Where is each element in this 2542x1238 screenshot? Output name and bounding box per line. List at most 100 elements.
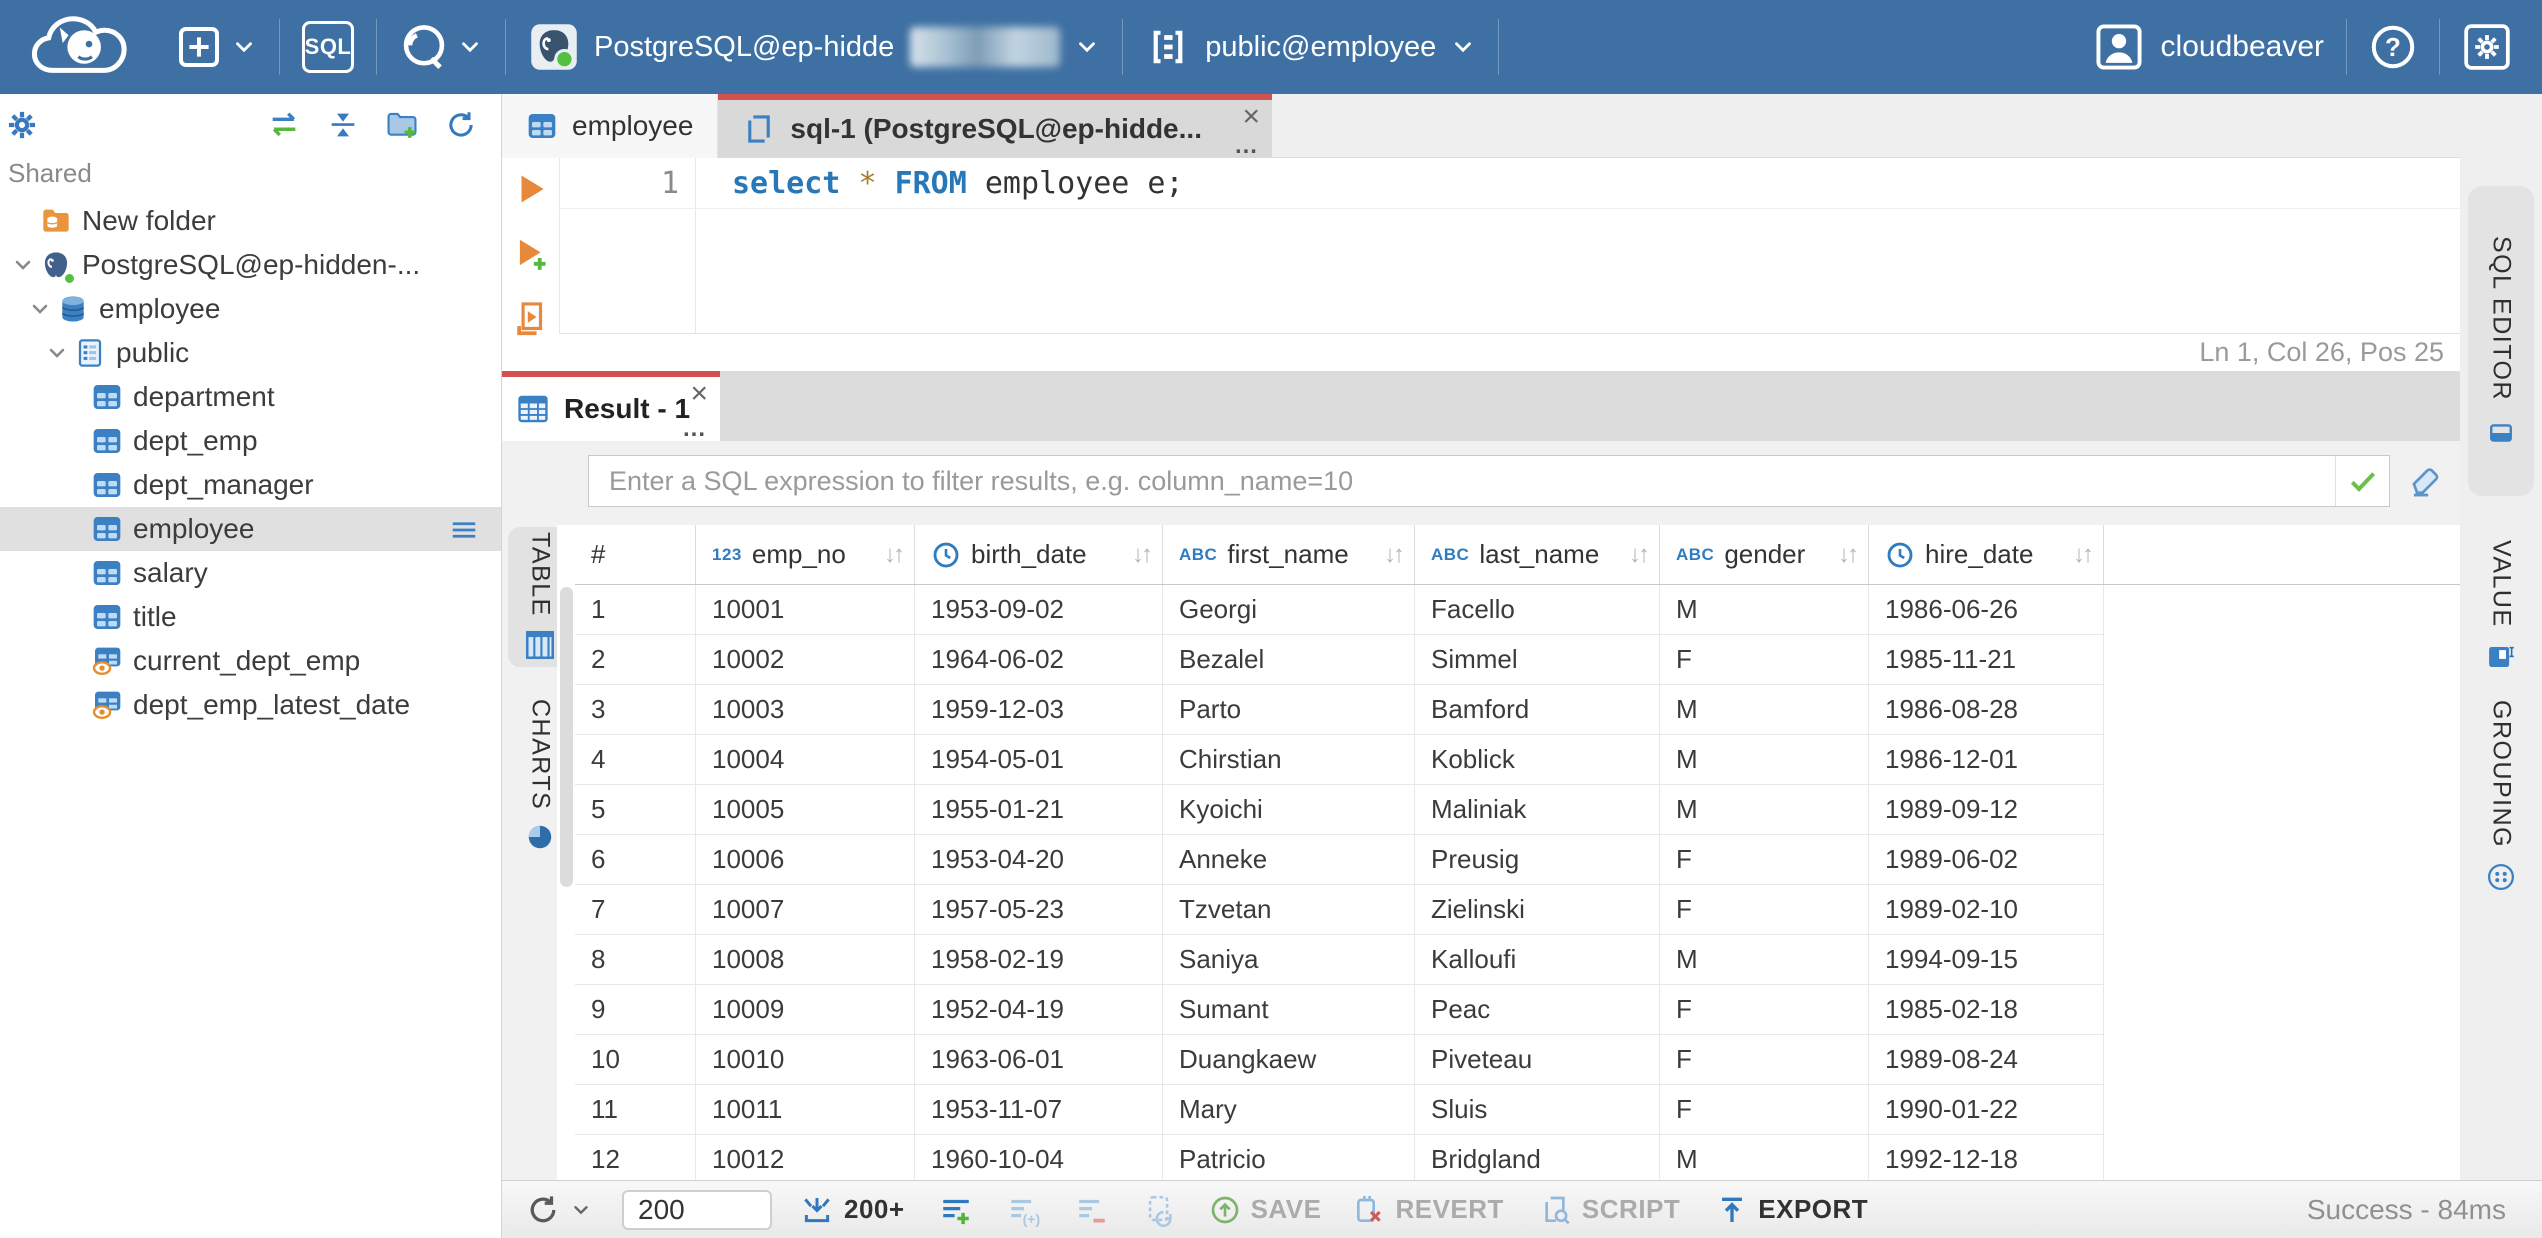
settings-button[interactable]: [2462, 22, 2512, 72]
sort-icon[interactable]: ↓↑: [884, 541, 906, 569]
data-cell[interactable]: 1964-06-02: [915, 635, 1163, 685]
open-sql-editor-button[interactable]: SQL: [302, 21, 354, 73]
data-cell[interactable]: Georgi: [1163, 585, 1415, 635]
data-cell[interactable]: 1989-06-02: [1869, 835, 2104, 885]
row-number-cell[interactable]: 6: [575, 835, 696, 885]
data-cell[interactable]: 1986-06-26: [1869, 585, 2104, 635]
data-cell[interactable]: Piveteau: [1415, 1035, 1660, 1085]
data-cell[interactable]: 1990-01-22: [1869, 1085, 2104, 1135]
execute-new-tab-button[interactable]: [512, 235, 550, 273]
user-menu-button[interactable]: cloudbeaver: [2093, 21, 2324, 73]
connection-selector[interactable]: PostgreSQL@ep-hidde: [528, 21, 1100, 73]
data-cell[interactable]: Bezalel: [1163, 635, 1415, 685]
column-header-hire_date[interactable]: hire_date ↓↑: [1869, 525, 2104, 584]
tab-options-icon[interactable]: ...: [1235, 134, 1258, 158]
sql-code-line[interactable]: select * FROM employee e;: [696, 158, 2460, 208]
refresh-result-button[interactable]: [526, 1193, 592, 1227]
data-cell[interactable]: 1963-06-01: [915, 1035, 1163, 1085]
column-header-birth_date[interactable]: birth_date ↓↑: [915, 525, 1163, 584]
data-cell[interactable]: 1953-09-02: [915, 585, 1163, 635]
tab-employee[interactable]: employee: [502, 94, 719, 158]
data-cell[interactable]: 1994-09-15: [1869, 935, 2104, 985]
item-menu-icon[interactable]: [449, 515, 479, 545]
data-cell[interactable]: 1989-02-10: [1869, 885, 2104, 935]
data-cell[interactable]: M: [1660, 735, 1869, 785]
data-cell[interactable]: 10011: [696, 1085, 915, 1135]
tab-sql-editor[interactable]: SQL EDITOR: [2468, 186, 2534, 496]
row-number-cell[interactable]: 2: [575, 635, 696, 685]
chevron-down-icon[interactable]: [6, 253, 40, 277]
tree-item-dept-manager[interactable]: dept_manager: [0, 463, 501, 507]
data-cell[interactable]: 1953-04-20: [915, 835, 1163, 885]
row-number-cell[interactable]: 8: [575, 935, 696, 985]
sort-icon[interactable]: ↓↑: [2073, 541, 2095, 569]
data-cell[interactable]: 1989-08-24: [1869, 1035, 2104, 1085]
tab-value-panel[interactable]: VALUE: [2468, 540, 2534, 672]
column-header-first_name[interactable]: ABC first_name ↓↑: [1163, 525, 1415, 584]
tree-item-employee[interactable]: employee: [0, 507, 501, 551]
tree-item-salary[interactable]: salary: [0, 551, 501, 595]
data-cell[interactable]: Simmel: [1415, 635, 1660, 685]
tree-item-dept-emp[interactable]: dept_emp: [0, 419, 501, 463]
tree-item-title[interactable]: title: [0, 595, 501, 639]
script-button[interactable]: SCRIPT: [1540, 1194, 1680, 1226]
apply-filter-button[interactable]: [2335, 456, 2389, 506]
data-cell[interactable]: Zielinski: [1415, 885, 1660, 935]
cloudbeaver-logo-icon[interactable]: [24, 8, 156, 86]
data-cell[interactable]: 10008: [696, 935, 915, 985]
data-cell[interactable]: Sluis: [1415, 1085, 1660, 1135]
column-header-emp_no[interactable]: 123 emp_no ↓↑: [696, 525, 915, 584]
data-cell[interactable]: 10012: [696, 1135, 915, 1180]
sort-icon[interactable]: ↓↑: [1838, 541, 1860, 569]
fetch-more-button[interactable]: 200+: [800, 1193, 905, 1227]
data-cell[interactable]: Mary: [1163, 1085, 1415, 1135]
data-cell[interactable]: Kalloufi: [1415, 935, 1660, 985]
data-cell[interactable]: F: [1660, 1035, 1869, 1085]
add-row-button[interactable]: [939, 1193, 973, 1227]
row-number-cell[interactable]: 11: [575, 1085, 696, 1135]
data-cell[interactable]: Preusig: [1415, 835, 1660, 885]
save-button[interactable]: SAVE: [1209, 1194, 1322, 1226]
chevron-down-icon[interactable]: [23, 297, 57, 321]
data-cell[interactable]: F: [1660, 635, 1869, 685]
data-cell[interactable]: Anneke: [1163, 835, 1415, 885]
help-button[interactable]: ?: [2369, 23, 2417, 71]
tree-item-postgresql-ep-hidden-[interactable]: PostgreSQL@ep-hidden-...: [0, 243, 501, 287]
data-cell[interactable]: 1992-12-18: [1869, 1135, 2104, 1180]
data-cell[interactable]: 1957-05-23: [915, 885, 1163, 935]
execute-query-button[interactable]: [512, 170, 550, 208]
row-number-cell[interactable]: 1: [575, 585, 696, 635]
tree-item-current-dept-emp[interactable]: current_dept_emp: [0, 639, 501, 683]
data-cell[interactable]: 1953-11-07: [915, 1085, 1163, 1135]
data-cell[interactable]: M: [1660, 1135, 1869, 1180]
data-cell[interactable]: 1986-08-28: [1869, 685, 2104, 735]
execute-script-button[interactable]: [512, 300, 550, 338]
data-cell[interactable]: 1954-05-01: [915, 735, 1163, 785]
data-cell[interactable]: Parto: [1163, 685, 1415, 735]
chevron-down-icon[interactable]: [40, 341, 74, 365]
data-cell[interactable]: 1985-11-21: [1869, 635, 2104, 685]
delete-row-button[interactable]: [1075, 1193, 1109, 1227]
data-cell[interactable]: M: [1660, 785, 1869, 835]
filter-input[interactable]: [589, 456, 2335, 506]
data-cell[interactable]: F: [1660, 1085, 1869, 1135]
row-number-cell[interactable]: 3: [575, 685, 696, 735]
data-cell[interactable]: F: [1660, 835, 1869, 885]
sql-editor[interactable]: 1 select * FROM employee e; Ln 1, Col 26…: [502, 158, 2460, 371]
data-cell[interactable]: 10010: [696, 1035, 915, 1085]
close-icon[interactable]: ×: [690, 379, 708, 409]
data-cell[interactable]: Tzvetan: [1163, 885, 1415, 935]
data-cell[interactable]: Kyoichi: [1163, 785, 1415, 835]
tree-item-new-folder[interactable]: New folder: [0, 199, 501, 243]
data-cell[interactable]: Bamford: [1415, 685, 1660, 735]
data-cell[interactable]: Koblick: [1415, 735, 1660, 785]
grid-scrollbar[interactable]: [560, 587, 573, 887]
tab-sql-1[interactable]: sql-1 (PostgreSQL@ep-hidde... ×...: [718, 94, 1272, 158]
navigator-settings-button[interactable]: [6, 109, 38, 141]
new-folder-button[interactable]: [385, 108, 419, 142]
data-cell[interactable]: 10004: [696, 735, 915, 785]
data-cell[interactable]: 1986-12-01: [1869, 735, 2104, 785]
row-number-cell[interactable]: 12: [575, 1135, 696, 1180]
row-number-cell[interactable]: 9: [575, 985, 696, 1035]
data-cell[interactable]: M: [1660, 685, 1869, 735]
